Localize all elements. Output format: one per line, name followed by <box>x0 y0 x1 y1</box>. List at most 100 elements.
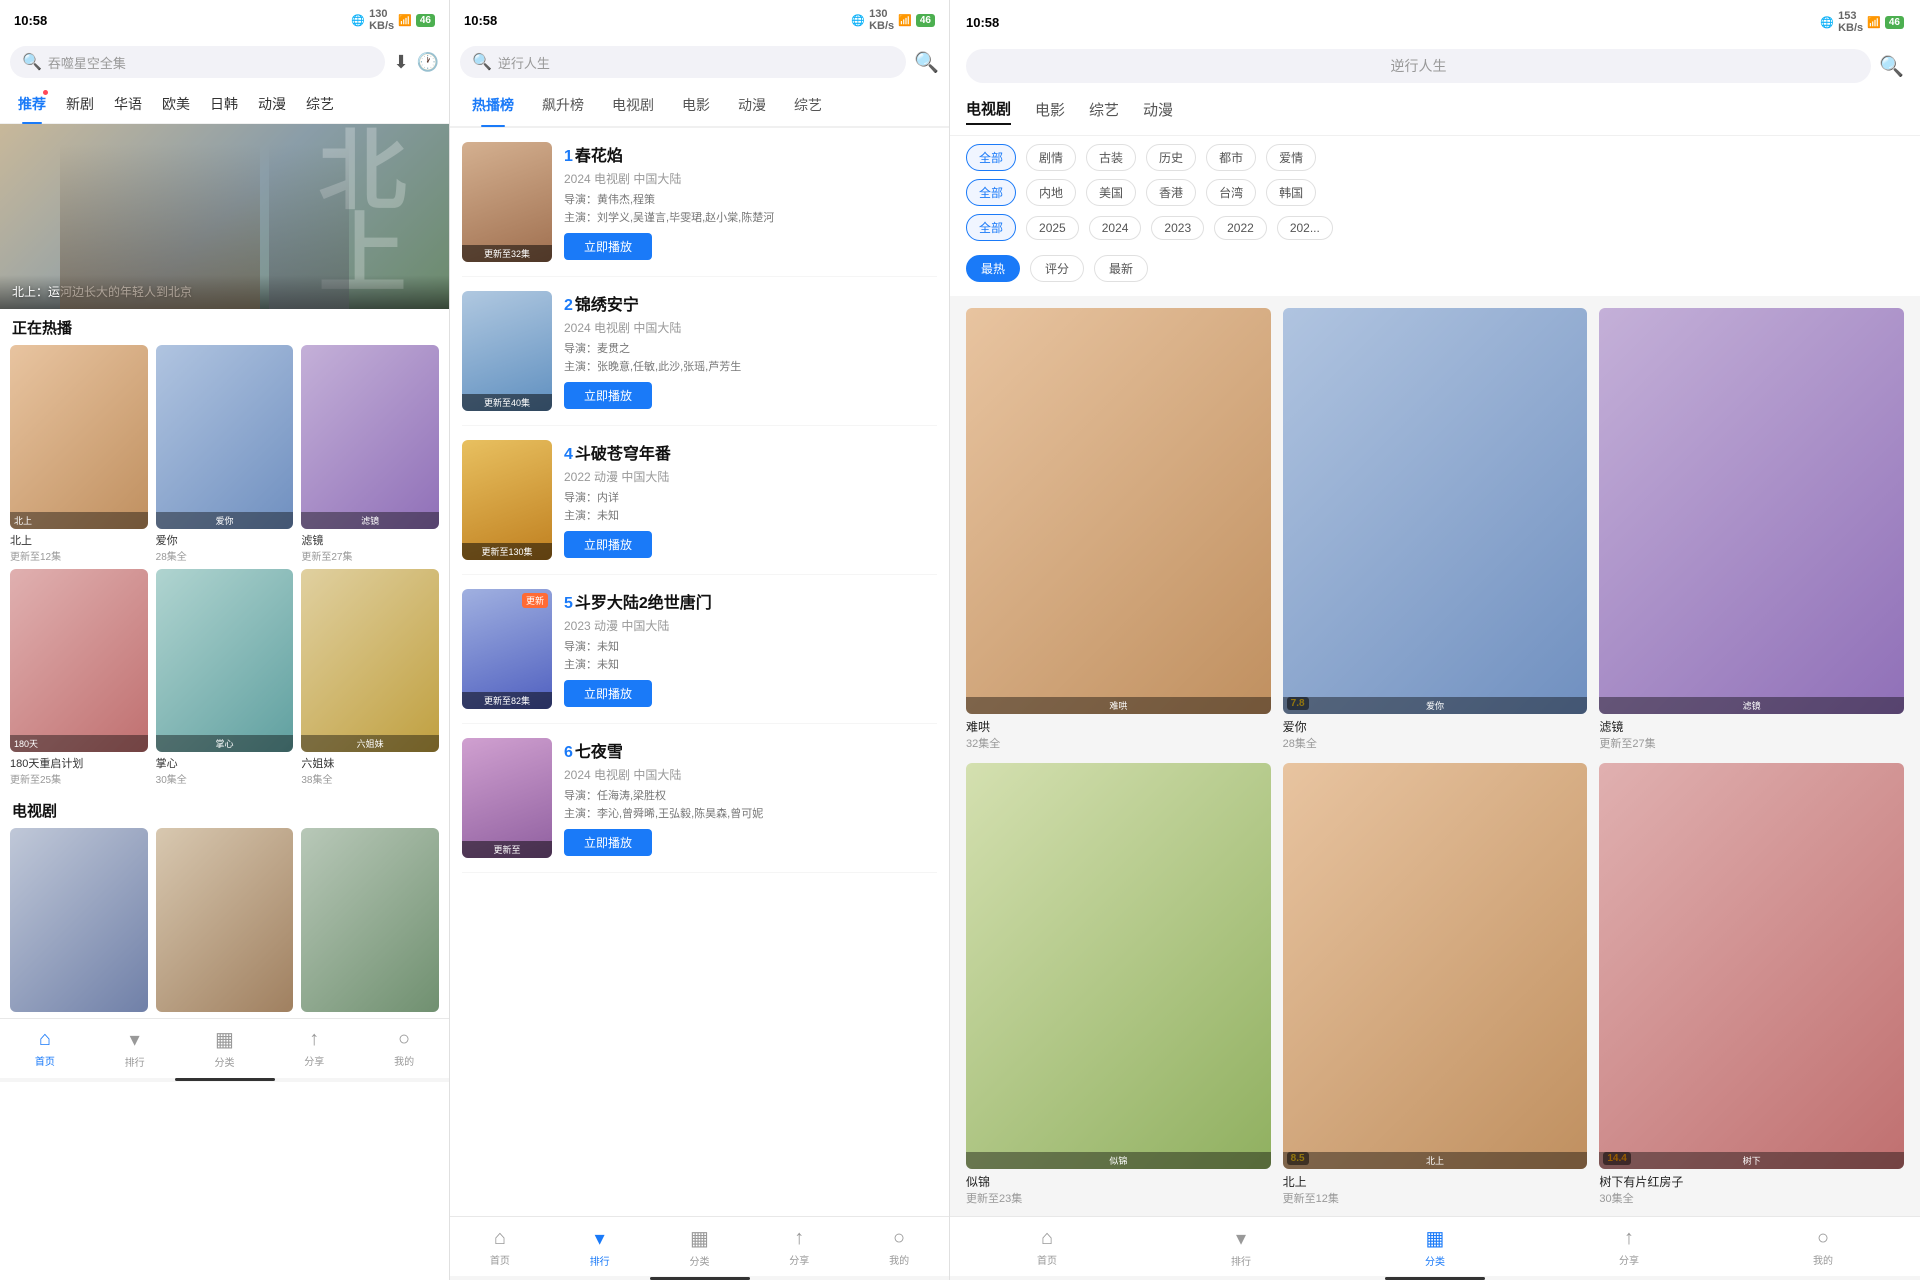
search-placeholder-home: 吞噬星空全集 <box>48 53 126 72</box>
rank-cast-4: 主演：李沁,曾舜晞,王弘毅,陈昊森,曾可妮 <box>564 805 937 821</box>
cat-nav-variety[interactable]: 综艺 <box>296 84 344 124</box>
rank-cast-1: 主演：张晚意,任敏,此沙,张瑶,芦芳生 <box>564 358 937 374</box>
download-icon[interactable]: ⬇ <box>393 52 408 73</box>
cat-nav-anime[interactable]: 动漫 <box>248 84 296 124</box>
nav-category-r[interactable]: ▦ 分类 <box>650 1226 750 1268</box>
rank-thumb-4[interactable]: 更新至 <box>462 738 552 858</box>
rank-cat-variety[interactable]: 综艺 <box>780 83 836 127</box>
rank-thumb-0[interactable]: 更新至32集 <box>462 142 552 262</box>
filter-tag-taiwan[interactable]: 台湾 <box>1206 179 1256 206</box>
rank-director-1: 导演：麦贯之 <box>564 340 937 356</box>
sort-hot[interactable]: 最热 <box>966 255 1020 282</box>
search-btn-category[interactable]: 🔍 <box>1879 54 1904 79</box>
cat-grid-thumb-4: 8.5 北上 <box>1283 763 1588 1169</box>
play-btn-1[interactable]: 立即播放 <box>564 382 652 409</box>
rank-cat-rising[interactable]: 飙升榜 <box>528 83 598 127</box>
cat-nav-chinese[interactable]: 华语 <box>104 84 152 124</box>
nav-share-r[interactable]: ↑ 分享 <box>749 1227 849 1267</box>
filter-tag-hk[interactable]: 香港 <box>1146 179 1196 206</box>
cat-nav-western[interactable]: 欧美 <box>152 84 200 124</box>
filter-tag-usa[interactable]: 美国 <box>1086 179 1136 206</box>
cat-grid-item-3[interactable]: 似锦 似锦 更新至23集 <box>966 763 1271 1206</box>
play-btn-0[interactable]: 立即播放 <box>564 233 652 260</box>
cat-grid-thumb-0: 难哄 <box>966 308 1271 714</box>
rank-cast-3: 主演：未知 <box>564 656 937 672</box>
play-btn-3[interactable]: 立即播放 <box>564 680 652 707</box>
cat-grid-item-1[interactable]: 7.8 爱你 爱你 28集全 <box>1283 308 1588 751</box>
filter-tag-romance[interactable]: 爱情 <box>1266 144 1316 171</box>
cat-grid-item-0[interactable]: 难哄 难哄 32集全 <box>966 308 1271 751</box>
hot-item-3[interactable]: 180天 180天重启计划 更新至25集 <box>10 569 148 787</box>
filter-tag-2024[interactable]: 2024 <box>1089 216 1142 240</box>
hero-banner[interactable]: 北上 北上：运河边长大的年轻人到北京 <box>0 124 449 309</box>
nav-home-c[interactable]: ⌂ 首页 <box>950 1227 1144 1267</box>
filter-tag-all-2[interactable]: 全部 <box>966 214 1016 241</box>
nav-mine[interactable]: ○ 我的 <box>359 1028 449 1068</box>
cat-grid-item-5[interactable]: 14.4 树下 树下有片红房子 30集全 <box>1599 763 1904 1206</box>
nav-mine-c[interactable]: ○ 我的 <box>1726 1227 1920 1267</box>
nav-share[interactable]: ↑ 分享 <box>269 1028 359 1068</box>
rank-thumb-1[interactable]: 更新至40集 <box>462 291 552 411</box>
type-tab-drama[interactable]: 电视剧 <box>966 98 1011 125</box>
rank-cat-hot[interactable]: 热播榜 <box>458 83 528 127</box>
filter-tag-all-0[interactable]: 全部 <box>966 144 1016 171</box>
rank-cat-drama[interactable]: 电视剧 <box>598 83 668 127</box>
hot-item-4[interactable]: 掌心 掌心 30集全 <box>156 569 294 787</box>
filter-tag-mainland[interactable]: 内地 <box>1026 179 1076 206</box>
play-btn-2[interactable]: 立即播放 <box>564 531 652 558</box>
cat-nav-new[interactable]: 新剧 <box>56 84 104 124</box>
share-icon-c: ↑ <box>1624 1227 1634 1250</box>
hot-item-0[interactable]: 北上 北上 更新至12集 <box>10 345 148 563</box>
cat-nav-recommend[interactable]: 推荐 <box>8 84 56 124</box>
nav-share-c[interactable]: ↑ 分享 <box>1532 1227 1726 1267</box>
hot-item-5[interactable]: 六姐妹 六姐妹 38集全 <box>301 569 439 787</box>
filter-tag-city[interactable]: 都市 <box>1206 144 1256 171</box>
nav-ranking[interactable]: ▾ 排行 <box>90 1027 180 1069</box>
filter-tag-drama[interactable]: 剧情 <box>1026 144 1076 171</box>
rank-cat-movie[interactable]: 电影 <box>668 83 724 127</box>
new-badge-3: 更新 <box>522 593 548 608</box>
filter-tag-2023[interactable]: 2023 <box>1151 216 1204 240</box>
filter-tag-more-years[interactable]: 202... <box>1277 216 1333 240</box>
cat-nav-japanese[interactable]: 日韩 <box>200 84 248 124</box>
nav-ranking-r[interactable]: ▾ 排行 <box>550 1226 650 1268</box>
status-bar-home: 10:58 🌐 130KB/s 📶 46 <box>0 0 449 40</box>
nav-mine-r[interactable]: ○ 我的 <box>849 1227 949 1267</box>
type-tab-anime[interactable]: 动漫 <box>1143 99 1173 124</box>
cat-grid-item-2[interactable]: 滤镜 滤镜 更新至27集 <box>1599 308 1904 751</box>
drama-item-1[interactable] <box>156 828 294 1012</box>
cat-grid-item-4[interactable]: 8.5 北上 北上 更新至12集 <box>1283 763 1588 1206</box>
rank-cat-anime[interactable]: 动漫 <box>724 83 780 127</box>
section-hot-title: 正在热播 <box>0 309 449 345</box>
hot-item-2[interactable]: 滤镜 滤镜 更新至27集 <box>301 345 439 563</box>
type-tab-variety[interactable]: 综艺 <box>1089 99 1119 124</box>
play-btn-4[interactable]: 立即播放 <box>564 829 652 856</box>
sort-new[interactable]: 最新 <box>1094 255 1148 282</box>
rank-thumb-3[interactable]: 更新 更新至82集 <box>462 589 552 709</box>
filter-tag-korea[interactable]: 韩国 <box>1266 179 1316 206</box>
rank-thumb-2[interactable]: 更新至130集 <box>462 440 552 560</box>
filter-tag-history[interactable]: 历史 <box>1146 144 1196 171</box>
search-btn-ranking[interactable]: 🔍 <box>914 50 939 75</box>
nav-home-r[interactable]: ⌂ 首页 <box>450 1227 550 1267</box>
drama-item-0[interactable] <box>10 828 148 1012</box>
search-input-ranking[interactable]: 🔍 逆行人生 <box>460 46 906 78</box>
nav-home[interactable]: ⌂ 首页 <box>0 1028 90 1068</box>
nav-ranking-c[interactable]: ▾ 排行 <box>1144 1226 1338 1268</box>
search-input-category[interactable]: 逆行人生 <box>966 49 1871 83</box>
hot-thumb-1: 爱你 <box>156 345 294 529</box>
nav-category-c[interactable]: ▦ 分类 <box>1338 1226 1532 1268</box>
hot-item-1[interactable]: 爱你 爱你 28集全 <box>156 345 294 563</box>
filter-tag-2022[interactable]: 2022 <box>1214 216 1267 240</box>
filter-tag-ancient[interactable]: 古装 <box>1086 144 1136 171</box>
filter-tag-all-1[interactable]: 全部 <box>966 179 1016 206</box>
rank-meta-1: 2024 电视剧 中国大陆 <box>564 319 937 336</box>
history-icon[interactable]: 🕐 <box>417 52 439 73</box>
search-input-home[interactable]: 🔍 吞噬星空全集 <box>10 46 385 78</box>
drama-item-2[interactable] <box>301 828 439 1012</box>
type-tab-movie[interactable]: 电影 <box>1035 99 1065 124</box>
filter-tag-2025[interactable]: 2025 <box>1026 216 1079 240</box>
filter-section: 全部 剧情 古装 历史 都市 爱情 全部 内地 美国 香港 台湾 韩国 全部 2… <box>950 136 1920 296</box>
nav-category[interactable]: ▦ 分类 <box>180 1027 270 1069</box>
sort-score[interactable]: 评分 <box>1030 255 1084 282</box>
